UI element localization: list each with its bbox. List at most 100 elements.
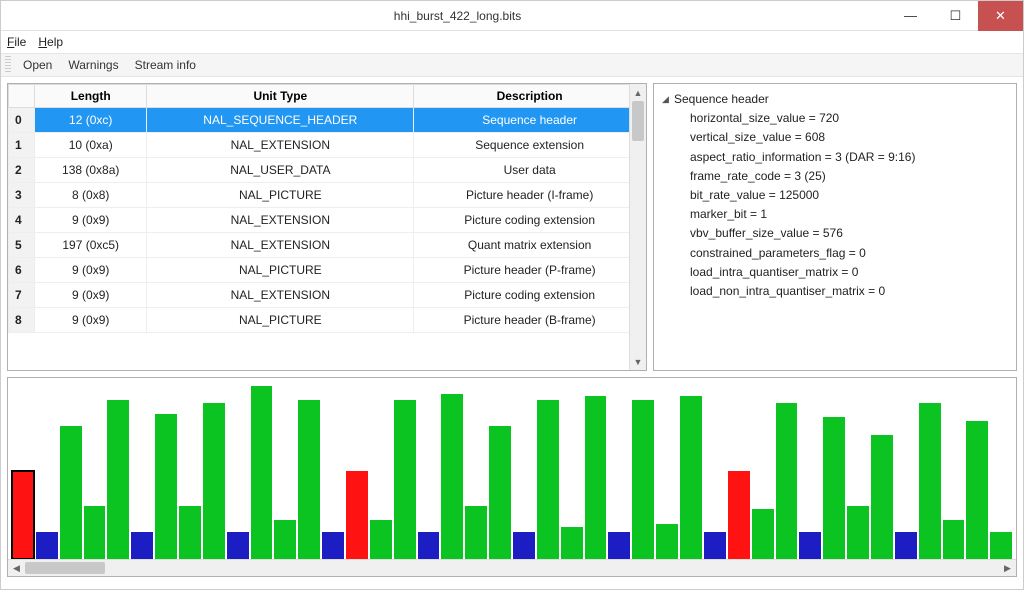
chart-bar[interactable] [513, 532, 535, 559]
table-row[interactable]: 5197 (0xc5)NAL_EXTENSIONQuant matrix ext… [9, 233, 646, 258]
cell-description: Picture coding extension [414, 208, 646, 233]
chart-bar[interactable] [847, 506, 869, 559]
tree-leaf[interactable]: load_intra_quantiser_matrix = 0 [690, 263, 1008, 282]
table-row[interactable]: 110 (0xa)NAL_EXTENSIONSequence extension [9, 133, 646, 158]
chart-bar[interactable] [227, 532, 249, 559]
chart-bar[interactable] [895, 532, 917, 559]
scroll-left-icon[interactable]: ◀ [8, 560, 25, 577]
chart-bar[interactable] [919, 403, 941, 559]
chart-bar[interactable] [537, 400, 559, 559]
tree-root[interactable]: ◢ Sequence header [662, 90, 1008, 109]
details-tree[interactable]: ◢ Sequence header horizontal_size_value … [662, 90, 1008, 301]
col-unit-type[interactable]: Unit Type [147, 85, 414, 108]
chart-bar[interactable] [179, 506, 201, 559]
chart-bar[interactable] [943, 520, 965, 559]
tree-leaf[interactable]: horizontal_size_value = 720 [690, 109, 1008, 128]
table-row[interactable]: 79 (0x9)NAL_EXTENSIONPicture coding exte… [9, 283, 646, 308]
scroll-right-icon[interactable]: ▶ [999, 560, 1016, 577]
chart-bar[interactable] [823, 417, 845, 559]
chart-bar[interactable] [489, 426, 511, 559]
chart-bar[interactable] [274, 520, 296, 559]
chart-bar[interactable] [656, 524, 678, 559]
chart-bar[interactable] [632, 400, 654, 559]
cell-unit-type: NAL_EXTENSION [147, 233, 414, 258]
chart-bar[interactable] [752, 509, 774, 559]
table-row[interactable]: 012 (0xc)NAL_SEQUENCE_HEADERSequence hea… [9, 108, 646, 133]
menu-help[interactable]: Help [38, 35, 63, 49]
minimize-button[interactable]: — [888, 1, 933, 31]
maximize-button[interactable]: ☐ [933, 1, 978, 31]
menu-file[interactable]: File [7, 35, 26, 49]
cell-unit-type: NAL_SEQUENCE_HEADER [147, 108, 414, 133]
cell-description: Picture header (I-frame) [414, 183, 646, 208]
table-row[interactable]: 89 (0x9)NAL_PICTUREPicture header (B-fra… [9, 308, 646, 333]
cell-length: 12 (0xc) [35, 108, 147, 133]
chart-bar[interactable] [203, 403, 225, 559]
caret-down-icon[interactable]: ◢ [662, 92, 674, 106]
chart-bar[interactable] [990, 532, 1012, 559]
chart-bar[interactable] [36, 532, 58, 559]
cell-length: 9 (0x9) [35, 208, 147, 233]
scroll-thumb[interactable] [632, 101, 644, 141]
tree-leaf[interactable]: aspect_ratio_information = 3 (DAR = 9:16… [690, 148, 1008, 167]
tree-leaf[interactable]: frame_rate_code = 3 (25) [690, 167, 1008, 186]
tree-leaf[interactable]: bit_rate_value = 125000 [690, 186, 1008, 205]
chart-bar[interactable] [561, 527, 583, 559]
chart-bar[interactable] [84, 506, 106, 559]
close-button[interactable]: ✕ [978, 1, 1023, 31]
chart-bar[interactable] [131, 532, 153, 559]
table-row[interactable]: 49 (0x9)NAL_EXTENSIONPicture coding exte… [9, 208, 646, 233]
chart-bar[interactable] [298, 400, 320, 559]
chart-bar[interactable] [585, 396, 607, 559]
cell-description: User data [414, 158, 646, 183]
chart-bar[interactable] [728, 471, 750, 560]
tree-leaf[interactable]: constrained_parameters_flag = 0 [690, 244, 1008, 263]
chart-bar[interactable] [322, 532, 344, 559]
table-vscrollbar[interactable]: ▲ ▼ [629, 84, 646, 370]
toolbar-warnings[interactable]: Warnings [60, 56, 126, 74]
tree-leaf[interactable]: vertical_size_value = 608 [690, 128, 1008, 147]
scroll-up-icon[interactable]: ▲ [630, 84, 646, 101]
chart-bar[interactable] [776, 403, 798, 559]
tree-leaf[interactable]: vbv_buffer_size_value = 576 [690, 224, 1008, 243]
chart-bar[interactable] [60, 426, 82, 559]
chart-bar[interactable] [12, 471, 34, 560]
chart-bar[interactable] [346, 471, 368, 560]
chart-bar[interactable] [704, 532, 726, 559]
units-table[interactable]: Length Unit Type Description 012 (0xc)NA… [8, 84, 646, 333]
cell-description: Picture header (P-frame) [414, 258, 646, 283]
table-row[interactable]: 2138 (0x8a)NAL_USER_DATAUser data [9, 158, 646, 183]
tree-leaf[interactable]: load_non_intra_quantiser_matrix = 0 [690, 282, 1008, 301]
toolbar-open[interactable]: Open [15, 56, 60, 74]
chart-bar[interactable] [418, 532, 440, 559]
tree-leaf[interactable]: marker_bit = 1 [690, 205, 1008, 224]
chart-bar[interactable] [251, 386, 273, 559]
chart-bar[interactable] [680, 396, 702, 559]
col-length[interactable]: Length [35, 85, 147, 108]
chart-bar[interactable] [107, 400, 129, 559]
chart-bar[interactable] [465, 506, 487, 559]
toolbar-stream-info[interactable]: Stream info [127, 56, 204, 74]
col-index[interactable] [9, 85, 35, 108]
chart-bar[interactable] [441, 394, 463, 559]
cell-length: 8 (0x8) [35, 183, 147, 208]
toolbar: Open Warnings Stream info [1, 53, 1023, 77]
chart-bar[interactable] [799, 532, 821, 559]
cell-length: 9 (0x9) [35, 283, 147, 308]
chart-area[interactable] [8, 378, 1016, 559]
chart-bar[interactable] [966, 421, 988, 559]
row-index: 6 [9, 258, 35, 283]
chart-bar[interactable] [155, 414, 177, 559]
chart-hscrollbar[interactable]: ◀ ▶ [8, 559, 1016, 576]
toolbar-grip-icon [5, 56, 11, 74]
table-row[interactable]: 38 (0x8)NAL_PICTUREPicture header (I-fra… [9, 183, 646, 208]
chart-bar[interactable] [871, 435, 893, 559]
col-description[interactable]: Description [414, 85, 646, 108]
chart-bar[interactable] [394, 400, 416, 559]
chart-bar[interactable] [608, 532, 630, 559]
scroll-thumb[interactable] [25, 562, 105, 574]
chart-bar[interactable] [370, 520, 392, 559]
scroll-down-icon[interactable]: ▼ [630, 353, 646, 370]
table-row[interactable]: 69 (0x9)NAL_PICTUREPicture header (P-fra… [9, 258, 646, 283]
menubar: File Help [1, 31, 1023, 53]
